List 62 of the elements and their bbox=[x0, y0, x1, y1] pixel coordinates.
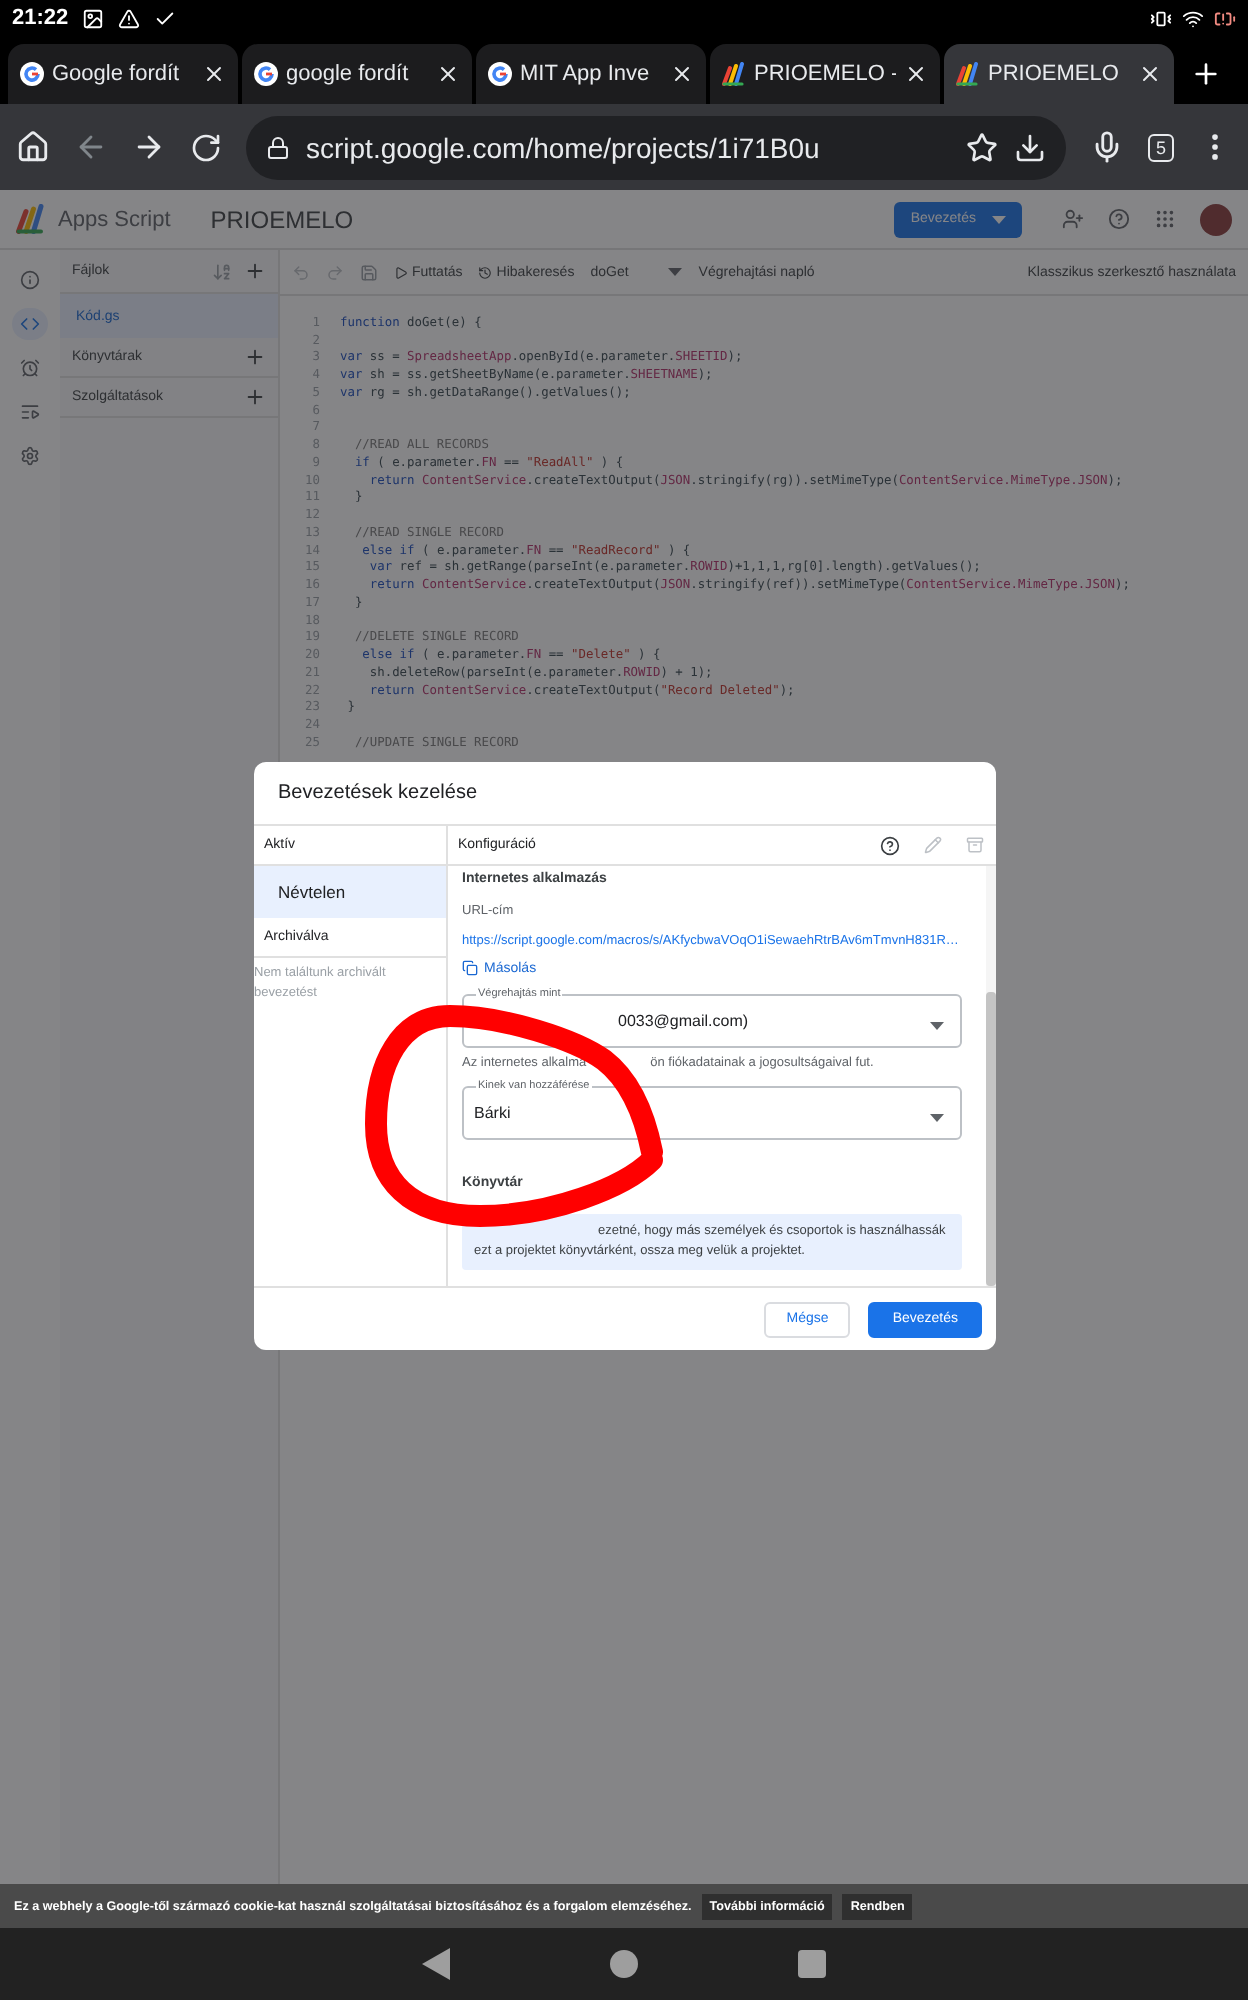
browser-tab[interactable]: google fordít bbox=[242, 44, 472, 104]
project-title[interactable]: PRIOEMELO bbox=[210, 205, 354, 233]
add-icon[interactable] bbox=[244, 346, 266, 368]
close-icon[interactable] bbox=[202, 62, 226, 86]
info-icon bbox=[20, 270, 40, 290]
scrollbar-thumb[interactable] bbox=[986, 992, 996, 1286]
status-time: 21:22 bbox=[12, 6, 69, 30]
caret-icon bbox=[930, 1021, 944, 1029]
caret-icon bbox=[930, 1113, 944, 1121]
play-icon bbox=[394, 265, 408, 279]
browser-tab[interactable]: MIT App Inve bbox=[476, 44, 706, 104]
apps-grid-icon[interactable] bbox=[1154, 208, 1176, 230]
apps-script-logo-icon bbox=[722, 62, 746, 86]
address-bar[interactable]: script.google.com/home/projects/1i71B0u bbox=[246, 115, 1066, 179]
product-name: Apps Script bbox=[58, 207, 171, 231]
field-value: Bárki bbox=[474, 1104, 511, 1122]
google-logo-icon bbox=[488, 62, 512, 86]
alarm-clock-icon bbox=[20, 358, 40, 378]
battery-icon bbox=[1214, 7, 1236, 29]
field-value: 0033@gmail.com) bbox=[618, 1012, 749, 1030]
caret-icon bbox=[668, 268, 683, 276]
wifi-icon bbox=[1182, 7, 1204, 29]
add-icon[interactable] bbox=[244, 260, 266, 282]
copy-icon bbox=[462, 960, 478, 976]
vibrate-icon bbox=[1150, 7, 1172, 29]
download-icon[interactable] bbox=[1013, 131, 1046, 163]
browser-tab[interactable]: Google fordít bbox=[8, 44, 238, 104]
save-icon[interactable] bbox=[360, 263, 378, 281]
caret-icon bbox=[992, 215, 1006, 223]
add-person-icon[interactable] bbox=[1062, 208, 1084, 230]
warning-icon bbox=[118, 7, 141, 29]
apps-script-logo-icon bbox=[956, 62, 980, 86]
home-icon[interactable] bbox=[610, 1950, 638, 1978]
dialog-title: Bevezetések kezelése bbox=[276, 780, 480, 808]
settings-icon bbox=[20, 446, 40, 466]
home-icon[interactable] bbox=[16, 130, 50, 164]
browser-tab[interactable]: PRIOEMELO bbox=[944, 44, 1174, 104]
list-play-icon bbox=[20, 402, 40, 422]
avatar[interactable] bbox=[1200, 203, 1232, 235]
star-icon[interactable] bbox=[965, 131, 998, 163]
new-tab-icon[interactable] bbox=[1190, 58, 1222, 90]
google-logo-icon bbox=[20, 62, 44, 86]
close-icon[interactable] bbox=[436, 62, 460, 86]
google-logo-icon bbox=[254, 62, 278, 86]
code-tab[interactable] bbox=[12, 308, 48, 340]
code-icon bbox=[20, 314, 40, 334]
image-icon bbox=[82, 7, 105, 29]
reload-icon[interactable] bbox=[190, 131, 222, 163]
back-icon[interactable] bbox=[422, 1948, 450, 1980]
apps-script-logo-icon bbox=[16, 204, 46, 234]
forward-icon[interactable] bbox=[132, 130, 166, 164]
check-icon bbox=[154, 7, 177, 29]
close-icon[interactable] bbox=[904, 62, 928, 86]
add-icon[interactable] bbox=[244, 386, 266, 408]
close-icon[interactable] bbox=[1138, 62, 1162, 86]
history-icon bbox=[478, 265, 493, 279]
tab-count[interactable]: 5 bbox=[1147, 133, 1174, 161]
close-icon[interactable] bbox=[670, 62, 694, 86]
deployment-item[interactable]: Névtelen bbox=[254, 866, 446, 918]
lock-icon bbox=[266, 135, 290, 159]
back-icon[interactable] bbox=[74, 130, 108, 164]
help-icon[interactable] bbox=[880, 835, 900, 855]
